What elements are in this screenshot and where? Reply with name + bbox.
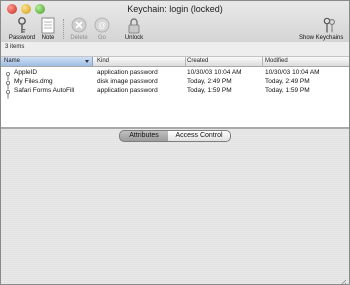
details-panel bbox=[1, 135, 349, 284]
key-small-icon bbox=[5, 77, 11, 90]
column-separator[interactable] bbox=[185, 57, 186, 66]
keychain-items-table: Name Kind Created Modified AppleID appli… bbox=[1, 57, 349, 127]
show-keychains-label: Show Keychains bbox=[299, 35, 344, 41]
unlock-button-label: Unlock bbox=[124, 35, 144, 41]
cell-name: Safari Forms AutoFill bbox=[14, 87, 75, 94]
item-count: 3 items bbox=[5, 44, 25, 50]
column-header-modified[interactable]: Modified bbox=[265, 58, 288, 64]
lock-icon bbox=[125, 17, 143, 34]
go-icon: @ bbox=[93, 17, 111, 34]
cell-modified: Today, 2:49 PM bbox=[265, 78, 310, 85]
table-row[interactable]: My Files.dmg disk image password Today, … bbox=[1, 77, 349, 90]
keys-icon bbox=[320, 17, 338, 34]
cell-kind: application password bbox=[97, 87, 158, 94]
go-button[interactable]: @ Go bbox=[85, 17, 119, 41]
cell-kind: disk image password bbox=[97, 78, 158, 85]
pane-splitter[interactable] bbox=[1, 127, 349, 129]
cell-created: Today, 1:59 PM bbox=[187, 87, 232, 94]
note-button-label: Note bbox=[41, 35, 55, 41]
cell-kind: application password bbox=[97, 69, 158, 76]
key-small-icon bbox=[5, 68, 11, 81]
table-header: Name Kind Created Modified bbox=[1, 57, 349, 67]
cell-created: 10/30/03 10:04 AM bbox=[187, 69, 242, 76]
tab-access-control[interactable]: Access Control bbox=[168, 130, 231, 142]
note-icon bbox=[39, 17, 57, 34]
key-small-icon bbox=[5, 86, 11, 99]
cell-modified: 10/30/03 10:04 AM bbox=[265, 69, 320, 76]
item-count-bar: 3 items bbox=[1, 42, 349, 57]
keychain-window: Keychain: login (locked) Password Note D… bbox=[0, 0, 350, 285]
table-row[interactable]: AppleID application password 10/30/03 10… bbox=[1, 68, 349, 81]
column-header-created[interactable]: Created bbox=[187, 58, 208, 64]
cell-name: My Files.dmg bbox=[14, 78, 53, 85]
resize-grip-icon[interactable] bbox=[339, 274, 347, 284]
cell-name: AppleID bbox=[14, 69, 38, 76]
key-icon bbox=[13, 17, 31, 34]
cell-modified: Today, 1:59 PM bbox=[265, 87, 310, 94]
column-header-kind[interactable]: Kind bbox=[97, 58, 109, 64]
note-button[interactable]: Note bbox=[31, 17, 65, 41]
sort-descending-icon bbox=[85, 60, 89, 63]
column-header-name-label: Name bbox=[4, 58, 21, 64]
column-separator[interactable] bbox=[262, 57, 263, 66]
go-button-label: Go bbox=[97, 35, 106, 41]
cell-created: Today, 2:49 PM bbox=[187, 78, 232, 85]
svg-text:@: @ bbox=[98, 21, 106, 30]
details-tabs: Attributes Access Control bbox=[119, 130, 231, 142]
column-header-name[interactable]: Name bbox=[1, 57, 93, 66]
table-row[interactable]: Safari Forms AutoFill application passwo… bbox=[1, 86, 349, 99]
show-keychains-button[interactable]: Show Keychains bbox=[299, 17, 349, 41]
unlock-button[interactable]: Unlock bbox=[117, 17, 151, 41]
window-title: Keychain: login (locked) bbox=[127, 4, 223, 14]
tab-attributes[interactable]: Attributes bbox=[119, 130, 169, 142]
